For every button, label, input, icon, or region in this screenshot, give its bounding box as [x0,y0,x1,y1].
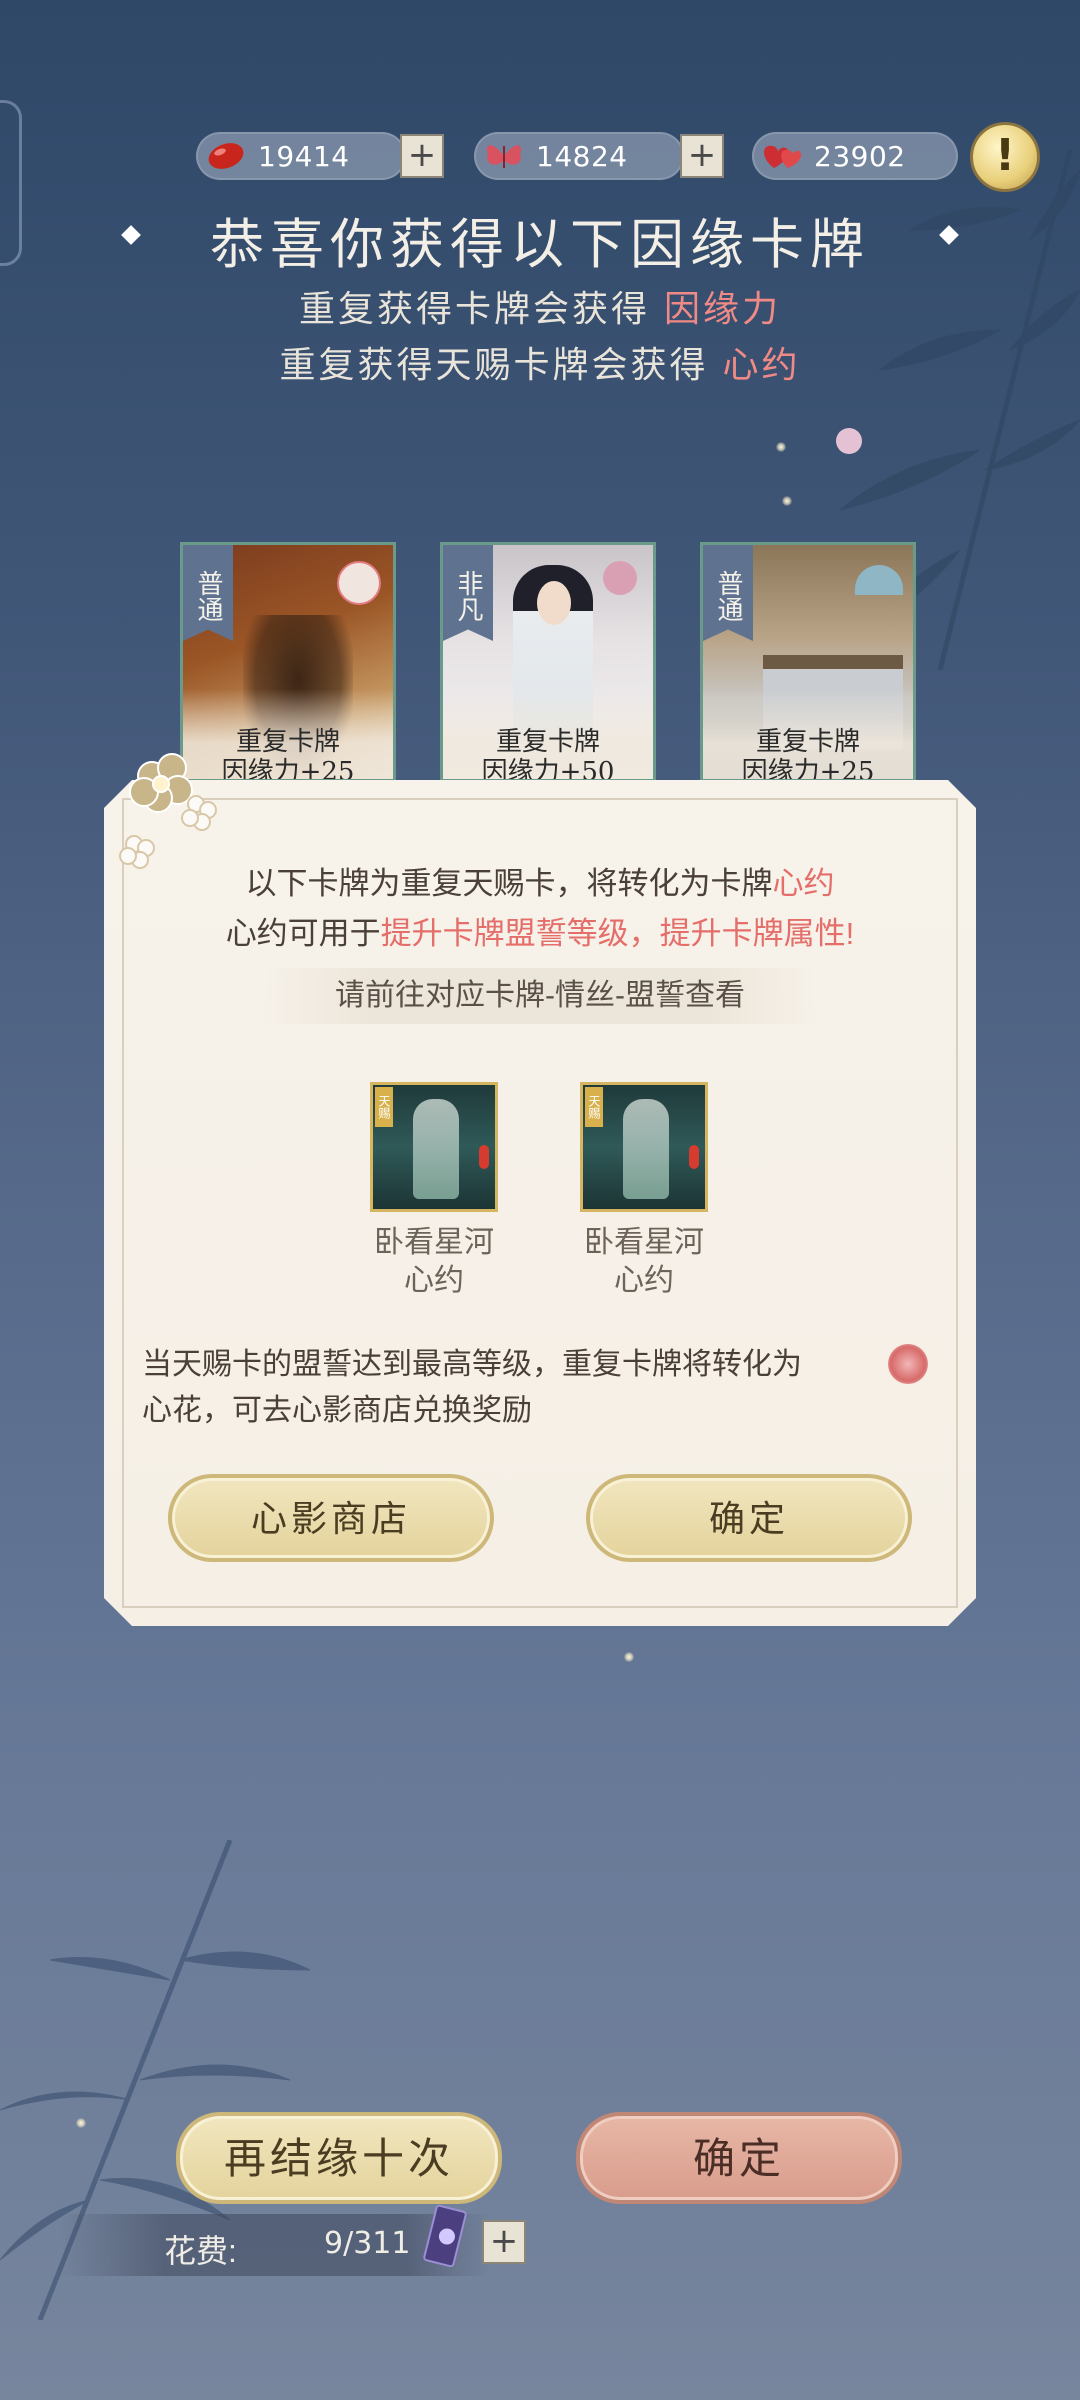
sakura-flower-icon [119,753,217,869]
sparkle [624,1652,634,1662]
rarity-tag: 普通 [183,545,233,641]
hint-text: 重复获得天赐卡牌会获得 [279,345,709,386]
dialog-highlight: 心约 [772,866,835,901]
sparkle [776,442,786,452]
result-card-3[interactable]: 普通 重复卡牌 因缘力+25 [700,542,916,782]
card-line2: 因缘力+25 [741,757,875,782]
dialog-highlight: 提升卡牌盟誓等级，提升卡牌属性! [380,916,855,951]
pink-petal-icon [836,428,862,454]
character-face [537,581,571,625]
currency-value: 19414 [258,140,350,173]
hint-highlight: 心约 [722,345,801,386]
heart-shop-button[interactable]: 心影商店 [168,1474,494,1562]
dialog-hint: 请前往对应卡牌-情丝-盟誓查看 [264,968,816,1024]
mini-rarity-tag: 天赐 [585,1087,603,1127]
info-alert-button[interactable]: ! [970,122,1040,192]
cost-value: 9/311 [324,2226,411,2261]
add-red-bean-button[interactable]: + [400,134,444,178]
add-butterfly-button[interactable]: + [680,134,724,178]
draw-ticket-icon [423,2204,467,2268]
game-screen: 19414 + 14824 + 23902 ! 恭喜你获得以下因缘卡牌 重复获得… [0,0,1080,2400]
dialog-text: 以下卡牌为重复天赐卡，将转化为卡牌 [245,866,773,901]
sparkle [782,496,792,506]
flower-ornament-icon [603,561,637,595]
result-card-2[interactable]: 非凡 重复卡牌 因缘力+50 [440,542,656,782]
converted-card-2[interactable]: 天赐 [580,1082,708,1212]
fan-ornament-icon [855,565,903,595]
dialog-line2: 心约可用于提升卡牌盟誓等级，提升卡牌属性! [104,908,976,953]
red-tassel-icon [479,1145,489,1169]
hint-text: 重复获得卡牌会获得 [298,289,650,330]
sakura-badge-icon [337,561,381,605]
currency-value: 23902 [814,140,906,173]
pink-butterfly-icon [486,145,522,168]
draw-ten-again-button[interactable]: 再结缘十次 [176,2112,502,2204]
rarity-tag: 普通 [703,545,753,641]
mini-card-art [413,1099,459,1199]
converted-card-name: 卧看星河 [584,1226,704,1259]
add-ticket-button[interactable]: + [482,2220,526,2264]
card-line2: 因缘力+50 [481,757,615,782]
dialog-note-line1: 当天赐卡的盟誓达到最高等级，重复卡牌将转化为 [142,1348,802,1381]
converted-card-name: 卧看星河 [374,1226,494,1259]
currency-value: 14824 [536,140,628,173]
mini-card-art [623,1099,669,1199]
bottom-confirm-button[interactable]: 确定 [576,2112,902,2204]
sparkle [76,2118,86,2128]
converted-card-sub: 心约 [614,1264,674,1297]
hint-highlight: 因缘力 [664,289,782,330]
currency-hearts: 23902 [752,132,958,180]
mini-rarity-tag: 天赐 [375,1087,393,1127]
red-tassel-icon [689,1145,699,1169]
heart-flower-icon [888,1344,928,1384]
result-title: 恭喜你获得以下因缘卡牌 [210,213,870,276]
cost-label: 花费: [164,2233,237,2269]
rarity-tag: 非凡 [443,545,493,641]
red-bean-icon [208,143,244,169]
currency-butterfly: 14824 [474,132,684,180]
duplicate-hint-line2: 重复获得天赐卡牌会获得 心约 [0,336,1080,388]
duplicate-conversion-dialog: 以下卡牌为重复天赐卡，将转化为卡牌心约 心约可用于提升卡牌盟誓等级，提升卡牌属性… [104,780,976,1626]
dialog-note-line2: 心花，可去心影商店兑换奖励 [142,1394,532,1427]
dialog-text: 心约可用于 [225,916,381,951]
duplicate-hint-line1: 重复获得卡牌会获得 因缘力 [0,280,1080,332]
currency-red-bean: 19414 [196,132,406,180]
converted-card-1[interactable]: 天赐 [370,1082,498,1212]
dialog-line1: 以下卡牌为重复天赐卡，将转化为卡牌心约 [104,858,976,903]
red-hearts-icon [764,145,802,168]
dialog-confirm-button[interactable]: 确定 [586,1474,912,1562]
converted-card-sub: 心约 [404,1264,464,1297]
